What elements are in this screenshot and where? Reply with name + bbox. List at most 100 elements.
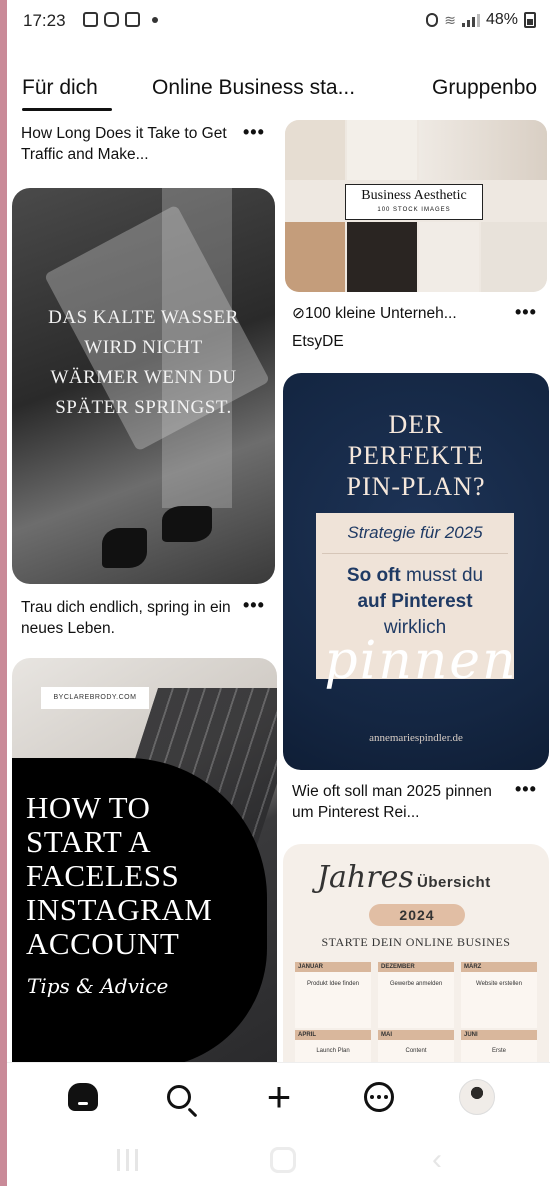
month-task: Erste <box>491 1048 506 1054</box>
pin-more-button[interactable]: ••• <box>243 122 265 143</box>
pin-aesthetic-more-button[interactable]: ••• <box>515 302 537 323</box>
system-home-button[interactable] <box>263 1147 303 1173</box>
divider <box>322 553 508 554</box>
system-home-icon <box>270 1147 296 1173</box>
pin-plan-so-oft: So oft musst du <box>316 565 514 587</box>
business-aesthetic-label: Business Aesthetic 100 STOCK IMAGES <box>345 184 483 220</box>
title-line: INSTAGRAM <box>26 892 213 927</box>
month-task: Gewerbe anmelden <box>389 981 443 987</box>
chat-icon <box>364 1082 394 1112</box>
starte-text: STARTE DEIN ONLINE BUSINES <box>321 935 511 949</box>
collage-cell <box>419 222 479 292</box>
pin-aesthetic-caption[interactable]: ⊘100 kleine Unterneh... <box>292 303 507 324</box>
business-aesthetic-sub: 100 STOCK IMAGES <box>377 207 451 213</box>
more-notifications-dot <box>152 16 158 23</box>
pin-quote-overlay-text: DAS KALTE WASSER WIRD NICHT WÄRMER WENN … <box>48 307 239 418</box>
board-tabs: Für dich Online Business sta... Gruppenb… <box>7 70 550 111</box>
pin-quote-caption[interactable]: Trau dich endlich, spring in ein neues L… <box>21 597 236 639</box>
year-badge: 2024 <box>369 904 465 926</box>
collage-cell <box>285 222 345 292</box>
search-icon <box>167 1085 191 1109</box>
title-line: START A <box>26 824 152 859</box>
month-card: DEZEMBER Gewerbe anmelden <box>378 962 454 1028</box>
avatar <box>459 1079 495 1115</box>
pin-faceless-tips: Tips & Advice <box>27 974 169 998</box>
app-notification-icon <box>125 12 140 27</box>
notification-icons <box>83 12 158 27</box>
instagram-notification-icon <box>104 12 119 27</box>
wifi-icon: ≋ <box>444 11 456 28</box>
active-tab-indicator <box>22 108 112 111</box>
pin-aesthetic-source[interactable]: EtsyDE <box>292 333 344 351</box>
nav-profile-button[interactable] <box>457 1077 497 1117</box>
battery-icon <box>524 12 536 28</box>
pin-plan-title: DER PERFEKTE PIN-PLAN? <box>346 410 486 501</box>
business-aesthetic-title: Business Aesthetic <box>361 188 467 203</box>
status-right: ≋ 48% <box>426 11 536 29</box>
pin-plan-pinnen: pinnen <box>324 631 518 691</box>
pin-aesthetic-caption-text: 100 kleine Unterneh... <box>305 305 457 322</box>
pin-plan-image[interactable]: DER PERFEKTE PIN-PLAN? Strategie für 202… <box>283 373 549 770</box>
collage-cell <box>347 222 417 292</box>
nav-create-button[interactable]: + <box>259 1073 299 1120</box>
pin-quote-more-button[interactable]: ••• <box>243 595 265 616</box>
month-task: Content <box>405 1048 427 1054</box>
signal-icon <box>461 13 480 27</box>
month-name: MAI <box>378 1030 454 1040</box>
pin-caption-top[interactable]: How Long Does it Take to Get Traffic and… <box>21 123 236 165</box>
so-oft-text: So oft <box>346 565 401 586</box>
status-bar: 17:23 ≋ 48% <box>7 0 550 44</box>
pin-faceless-tag: BYCLAREBRODY.COM <box>41 687 149 709</box>
collage-cell <box>285 120 345 180</box>
plus-icon: + <box>266 1073 292 1120</box>
collage-cell <box>481 222 547 292</box>
month-card: MÄRZ Website erstellen <box>461 962 537 1028</box>
recent-apps-button[interactable] <box>107 1148 147 1172</box>
tag-icon: ⊘ <box>292 305 305 322</box>
nav-search-button[interactable] <box>159 1077 199 1117</box>
gallery-notification-icon <box>83 12 98 27</box>
title-line: HOW TO <box>26 790 151 825</box>
title-line: ACCOUNT <box>26 926 180 961</box>
jahres-script: Jahres <box>317 860 414 895</box>
musst-text: musst du <box>406 565 484 586</box>
battery-percent: 48% <box>485 11 518 28</box>
month-name: DEZEMBER <box>378 962 454 972</box>
month-name: MÄRZ <box>461 962 537 972</box>
pinterest-app: 17:23 ≋ 48% Für dich Online Business sta… <box>7 0 550 1186</box>
collage-cell <box>347 120 417 180</box>
shoe-right <box>162 506 212 542</box>
title-line: FACELESS <box>26 858 180 893</box>
month-card: JANUAR Produkt Idee finden <box>295 962 371 1028</box>
month-name: JANUAR <box>295 962 371 972</box>
pin-plan-strategy: Strategie für 2025 <box>347 523 483 542</box>
month-task: Launch Plan <box>316 1048 350 1054</box>
month-name: APRIL <box>295 1030 371 1040</box>
back-chevron-icon: ‹ <box>432 1143 442 1176</box>
system-navigation: ‹ <box>7 1134 550 1186</box>
month-task: Website erstellen <box>476 981 522 987</box>
pin-quote-image[interactable]: DAS KALTE WASSER WIRD NICHT WÄRMER WENN … <box>12 188 275 584</box>
uebersicht-label: Übersicht <box>417 874 491 891</box>
month-name: JUNI <box>461 1030 537 1040</box>
collage-cell <box>419 120 547 180</box>
tab-gruppenboard[interactable]: Gruppenbo <box>432 76 537 100</box>
tab-fuer-dich[interactable]: Für dich <box>22 76 98 100</box>
tab-online-business[interactable]: Online Business sta... <box>152 76 355 100</box>
status-time: 17:23 <box>23 11 66 30</box>
bottom-navigation: + <box>7 1062 550 1134</box>
month-task: Produkt Idee finden <box>306 981 360 987</box>
alarm-icon <box>426 13 439 27</box>
pin-plan-url: annemariespindler.de <box>369 732 463 744</box>
pin-faceless-instagram-image[interactable]: BYCLAREBRODY.COM HOW TO START A FACELESS… <box>12 658 277 1068</box>
nav-messages-button[interactable] <box>359 1077 399 1117</box>
system-back-button[interactable]: ‹ <box>417 1143 457 1176</box>
pin-jahres-uebersicht-image[interactable]: Jahres Übersicht 2024 STARTE DEIN ONLINE… <box>283 844 549 1068</box>
pin-plan-caption[interactable]: Wie oft soll man 2025 pinnen um Pinteres… <box>292 781 507 823</box>
pin-plan-more-button[interactable]: ••• <box>515 779 537 800</box>
nav-home-button[interactable] <box>63 1077 103 1117</box>
shoe-left <box>102 528 147 568</box>
pin-business-aesthetic-image[interactable]: Business Aesthetic 100 STOCK IMAGES <box>285 120 547 292</box>
pin-faceless-title: HOW TO START A FACELESS INSTAGRAM ACCOUN… <box>26 791 212 961</box>
home-icon <box>68 1083 98 1111</box>
